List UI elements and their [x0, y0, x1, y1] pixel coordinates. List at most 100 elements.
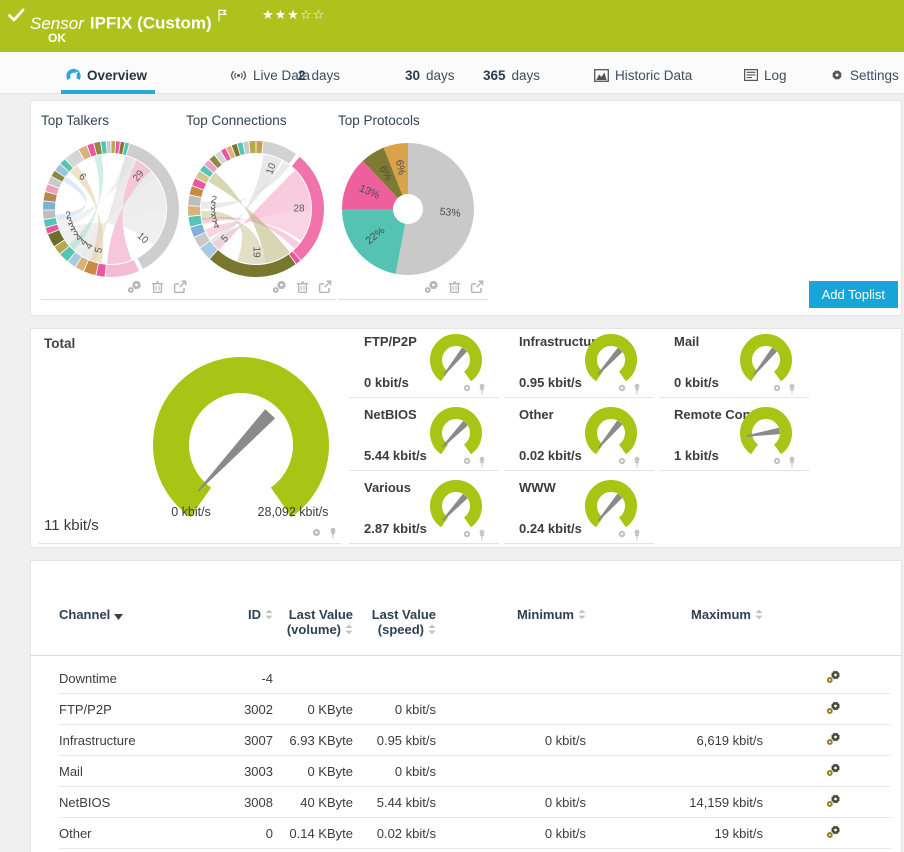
- gauge-channel-name: Other: [519, 407, 554, 422]
- toplist-actions: [424, 280, 484, 294]
- add-toplist-button[interactable]: Add Toplist: [808, 281, 898, 308]
- column-header-line: Last Value: [288, 607, 353, 622]
- status-badge: OK: [48, 31, 66, 45]
- gauge-settings-icon[interactable]: [311, 527, 322, 539]
- gauge-pin-icon[interactable]: [632, 456, 642, 468]
- channel-settings-button[interactable]: [826, 763, 841, 777]
- gauge-card-ftp-p2p: FTP/P2P 0 kbit/s: [349, 329, 499, 398]
- column-header-volume[interactable]: Last Value (volume): [287, 607, 353, 637]
- gauge-actions: [772, 383, 797, 395]
- gauge-settings-icon[interactable]: [462, 456, 472, 468]
- channel-settings-button[interactable]: [826, 701, 841, 715]
- cell-channel: Other: [59, 826, 92, 841]
- trash-icon[interactable]: [296, 280, 309, 294]
- gauge-settings-icon[interactable]: [772, 383, 782, 395]
- cell-id: 0: [265, 826, 273, 841]
- gauge-settings-icon[interactable]: [617, 456, 627, 468]
- toplist-title: Top Protocols: [338, 113, 420, 128]
- external-link-icon[interactable]: [318, 280, 332, 294]
- column-header-min[interactable]: Minimum: [517, 607, 586, 622]
- cell-id: 3008: [244, 795, 273, 810]
- tab-settings[interactable]: Settings: [830, 65, 899, 85]
- column-header-line: Last Value: [371, 607, 436, 622]
- external-link-icon[interactable]: [173, 280, 187, 294]
- gauge-channel-name: FTP/P2P: [364, 334, 417, 349]
- gauge-pin-icon[interactable]: [477, 456, 487, 468]
- gauge-card-www: WWW 0.24 kbit/s: [504, 475, 654, 544]
- trash-icon[interactable]: [448, 280, 461, 294]
- total-gauge-title: Total: [44, 336, 76, 351]
- cell-maximum: 14,159 kbit/s: [689, 795, 763, 810]
- toplist-chart[interactable]: 53%22%13%6%6%: [338, 139, 478, 279]
- gauge-settings-icon[interactable]: [462, 529, 472, 541]
- column-header-speed[interactable]: Last Value (speed): [372, 607, 436, 637]
- toplist-settings-icon[interactable]: [272, 280, 287, 294]
- stars-filled: ★★★: [262, 8, 300, 23]
- gauge-card-other: Other 0.02 kbit/s: [504, 402, 654, 471]
- channel-settings-button[interactable]: [826, 794, 841, 808]
- column-header-id[interactable]: ID: [248, 607, 273, 622]
- tab-label: Historic Data: [615, 67, 693, 83]
- total-gauge: [153, 357, 329, 517]
- gauge-pin-icon[interactable]: [787, 383, 797, 395]
- trash-icon[interactable]: [151, 280, 164, 294]
- tab-overview[interactable]: Overview: [60, 65, 156, 94]
- overview-icon: [66, 68, 81, 83]
- toplist-settings-icon[interactable]: [424, 280, 439, 294]
- stars-empty: ☆☆: [299, 8, 326, 23]
- svg-text:19: 19: [250, 246, 261, 258]
- toplist-chart[interactable]: 2910654443332: [41, 139, 181, 279]
- gauge-settings-icon[interactable]: [462, 383, 472, 395]
- historic-icon: [594, 68, 609, 82]
- divider: [31, 655, 901, 656]
- channel-gauge: [585, 480, 637, 528]
- total-gauge-actions: [311, 527, 338, 539]
- channel-gauge: [430, 334, 482, 382]
- flag-icon[interactable]: [218, 7, 228, 26]
- column-header-max[interactable]: Maximum: [691, 607, 763, 622]
- cell-minimum: 0 kbit/s: [544, 795, 586, 810]
- cell-last-value-volume: 6.93 KByte: [289, 733, 353, 748]
- cell-last-value-volume: 0 KByte: [307, 702, 353, 717]
- priority-stars[interactable]: ★★★☆☆: [262, 8, 325, 23]
- gauge-pin-icon[interactable]: [632, 529, 642, 541]
- gauge-settings-icon[interactable]: [617, 529, 627, 541]
- log-icon: [744, 69, 759, 82]
- gauge-pin-icon[interactable]: [632, 383, 642, 395]
- tab-365-days[interactable]: 365 days: [483, 65, 540, 85]
- toplist-top-connections: Top Connections 10 28 19 5 4 3 3 3 2: [186, 113, 336, 300]
- gauge-card-netbios: NetBIOS 5.44 kbit/s: [349, 402, 499, 471]
- gauge-channel-value: 0.24 kbit/s: [519, 521, 582, 536]
- cell-maximum: 6,619 kbit/s: [696, 733, 764, 748]
- gauge-card-remote-control: Remote Control 1 kbit/s: [659, 402, 809, 471]
- gauge-pin-icon[interactable]: [328, 527, 338, 539]
- tab-historic-data[interactable]: Historic Data: [594, 65, 692, 85]
- cell-channel: Mail: [59, 764, 83, 779]
- tab-30-days[interactable]: 30 days: [405, 65, 455, 85]
- cell-id: 3002: [244, 702, 273, 717]
- tab-label: Log: [764, 67, 787, 83]
- gauge-pin-icon[interactable]: [477, 383, 487, 395]
- toplist-chart[interactable]: 102819543332: [186, 139, 326, 279]
- total-gauge-scale-min: 0 kbit/s: [171, 505, 211, 519]
- gauge-settings-icon[interactable]: [772, 456, 782, 468]
- gauge-settings-icon[interactable]: [617, 383, 627, 395]
- gauge-actions: [462, 456, 487, 468]
- channel-settings-button[interactable]: [826, 825, 841, 839]
- tab-2-days[interactable]: 2 days: [298, 65, 340, 85]
- status-check-icon: [8, 8, 25, 27]
- gauge-pin-icon[interactable]: [477, 529, 487, 541]
- gauge-channel-name: Various: [364, 480, 411, 495]
- gauge-pin-icon[interactable]: [787, 456, 797, 468]
- toplist-settings-icon[interactable]: [127, 280, 142, 294]
- column-header-line: Minimum: [517, 607, 586, 622]
- tab-number: 2: [298, 67, 306, 83]
- channel-settings-button[interactable]: [826, 670, 841, 684]
- channel-settings-button[interactable]: [826, 732, 841, 746]
- table-row-downtime: Downtime -4: [31, 663, 901, 694]
- tab-log[interactable]: Log: [744, 65, 787, 85]
- tab-number: 365: [483, 67, 506, 83]
- channel-gauge: [585, 407, 637, 455]
- column-header-channel[interactable]: Channel: [59, 607, 124, 622]
- external-link-icon[interactable]: [470, 280, 484, 294]
